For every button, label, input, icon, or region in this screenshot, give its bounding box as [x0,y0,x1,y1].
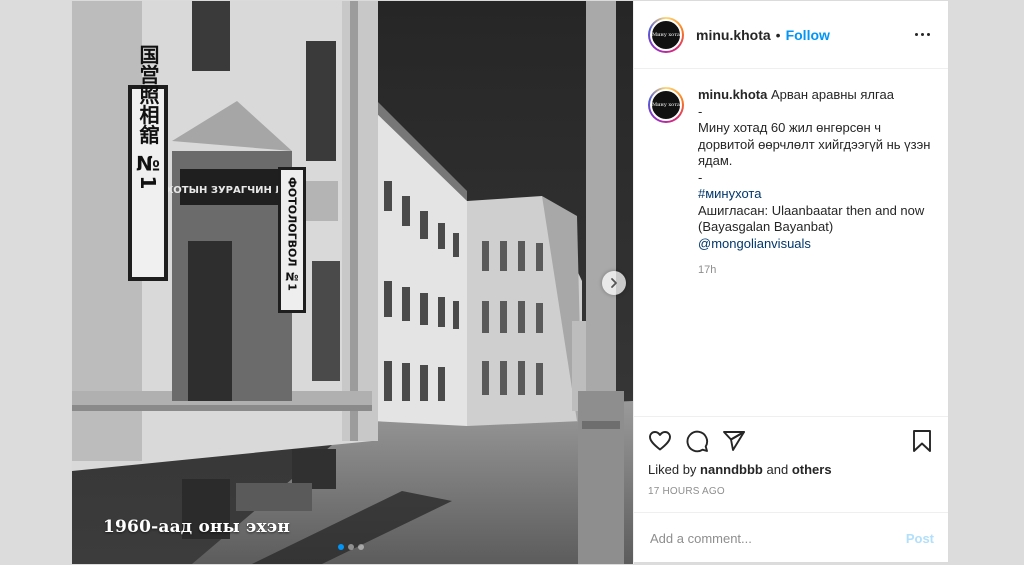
liked-prefix: Liked by [648,462,697,477]
post-header: Мину хота minu.khota • Follow [634,1,948,69]
chevron-right-icon [611,278,617,288]
caption-hashtag[interactable]: #минухота [698,186,934,203]
chinese-sign-text: 国営照相舘 №1 [136,45,160,190]
bookmark-icon[interactable] [910,429,934,453]
caption-avatar-image: Мину хота [650,89,682,121]
mongolian-sign-text: ФОТОЛОГВОЛ №1 [285,177,298,291]
comments-section: Мину хота minu.khota Арван аравны ялгаа … [634,69,948,416]
photo-caption-overlay: 1960-аад оны эхэн [103,517,291,537]
more-options-button[interactable] [911,29,934,40]
action-icons [648,417,934,461]
slide-indicator [338,544,364,550]
comment-icon[interactable] [685,429,709,453]
next-slide-button[interactable] [602,271,626,295]
caption-username[interactable]: minu.khota [698,87,767,102]
avatar[interactable]: Мину хота [648,16,684,53]
more-icon-dot [927,33,930,36]
caption-title: Арван аравны ялгаа [770,87,894,102]
caption-text: Мину хотад 60 жил өнгөрсөн ч дорвитой өө… [698,120,931,168]
banner-sign-text: ХОТЫН ЗУРАГЧИН №1 [166,185,295,196]
caption-dash: - [698,169,703,185]
post-media[interactable]: ХОТЫН ЗУРАГЧИН №1 国営照相舘 №1 ФОТОЛОГВОЛ №1… [72,1,633,564]
avatar-image: Мину хота [650,18,682,51]
caption-avatar[interactable]: Мину хота [648,87,684,123]
heart-icon[interactable] [648,429,672,453]
follow-button[interactable]: Follow [786,27,830,43]
more-icon [915,33,918,36]
caption-credit: Ашигласан: Ulaanbaatar then and now (Bay… [698,202,925,235]
post-photo: ХОТЫН ЗУРАГЧИН №1 国営照相舘 №1 ФОТОЛОГВОЛ №1 [72,1,633,564]
caption-body: minu.khota Арван аравны ялгаа - Мину хот… [698,87,934,416]
instagram-post: ХОТЫН ЗУРАГЧИН №1 国営照相舘 №1 ФОТОЛОГВОЛ №1… [71,0,949,564]
caption-dash: - [698,103,703,119]
comment-input[interactable] [650,531,906,546]
slide-dot [348,544,354,550]
post-actions: Liked by nanndbbb and others 17 HOURS AG… [634,416,948,512]
caption-timestamp: 17h [698,264,717,276]
post-time-ago[interactable]: 17 HOURS AGO [648,486,934,497]
share-icon[interactable] [722,429,746,453]
liked-others-link[interactable]: others [792,462,832,477]
slide-dot [358,544,364,550]
header-username[interactable]: minu.khota [696,27,771,43]
liked-by-text: Liked by nanndbbb and others [648,462,934,477]
liked-by-user[interactable]: nanndbbb [700,462,763,477]
caption-mention[interactable]: @mongolianvisuals [698,236,934,253]
post-comment-button[interactable]: Post [906,531,934,546]
more-icon-dot [921,33,924,36]
slide-dot [338,544,344,550]
add-comment-bar: Post [634,512,948,564]
liked-and: and [766,462,789,477]
header-separator: • [775,26,781,43]
post-side-panel: Мину хота minu.khota • Follow Мину хота … [633,1,948,564]
